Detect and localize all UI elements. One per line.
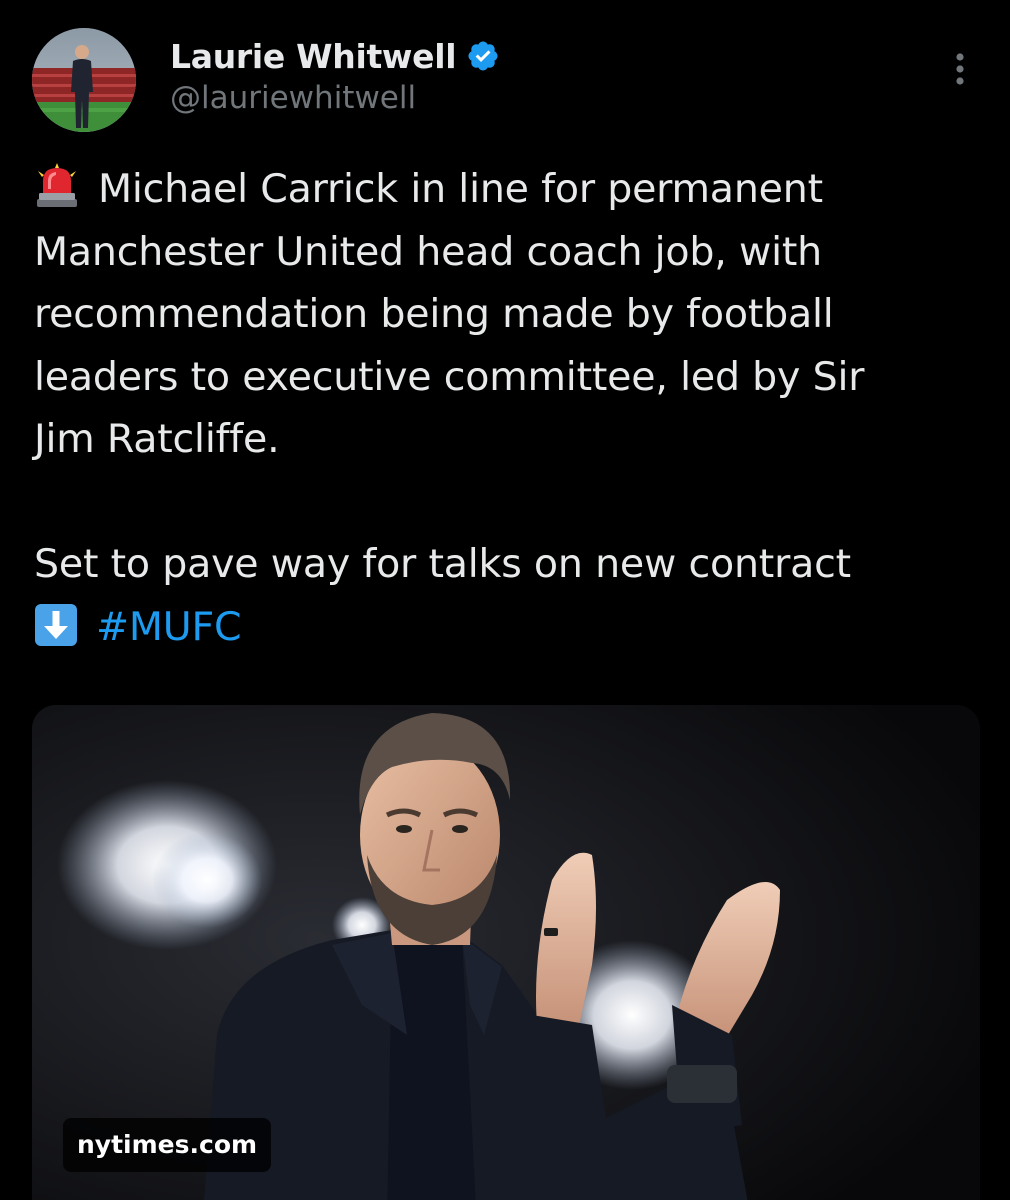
more-options-button[interactable]: [938, 44, 982, 94]
hashtag-link[interactable]: #MUFC: [96, 604, 242, 650]
tweet-text: Michael Carrick in line for permanent Ma…: [34, 158, 984, 658]
verified-badge-icon: [468, 41, 498, 71]
tweet-line: Michael Carrick in line for permanent: [34, 158, 984, 221]
tweet-line-text: Michael Carrick in line for permanent: [98, 166, 823, 212]
author-handle[interactable]: @lauriewhitwell: [170, 80, 416, 116]
tweet-line: Set to pave way for talks on new contrac…: [34, 541, 851, 587]
tweet-line: leaders to executive committee, led by S…: [34, 353, 865, 400]
author-avatar[interactable]: [32, 28, 136, 132]
avatar-photo: [32, 28, 136, 132]
siren-icon: [37, 163, 77, 207]
tweet-line: Jim Ratcliffe.: [34, 416, 280, 462]
author-display-name[interactable]: Laurie Whitwell: [170, 37, 457, 76]
paragraph-break: [34, 471, 984, 534]
tweet-line: recommendation being made by football: [34, 291, 834, 337]
more-vertical-icon: [956, 53, 964, 85]
tweet: Laurie Whitwell @lauriewhitwell Michael …: [0, 0, 1010, 1200]
link-source-badge[interactable]: nytimes.com: [63, 1118, 272, 1172]
author-name-row[interactable]: Laurie Whitwell: [170, 34, 500, 78]
down-arrow-icon: [35, 603, 77, 646]
tweet-line: Manchester United head coach job, with: [34, 228, 822, 275]
tweet-line: #MUFC: [34, 596, 984, 659]
